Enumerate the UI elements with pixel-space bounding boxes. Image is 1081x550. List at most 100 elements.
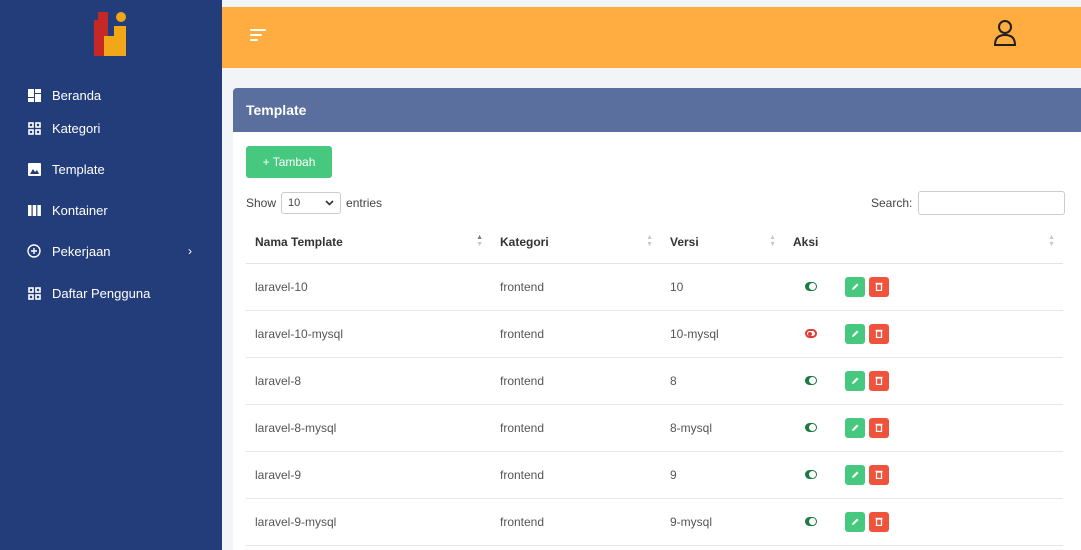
table-row: laravel-9-mysql frontend 9-mysql <box>246 498 1063 546</box>
sidebar-item-label: Daftar Pengguna <box>52 285 151 301</box>
status-toggle-icon[interactable] <box>805 517 817 526</box>
table-row: laravel-8 frontend 8 <box>246 357 1063 405</box>
cell-nama-template: laravel-10-mysql <box>246 310 491 358</box>
pencil-icon <box>851 377 858 384</box>
delete-button[interactable] <box>869 464 889 485</box>
card-title: Template <box>233 88 1081 132</box>
sidebar-item-kategori[interactable]: Kategori <box>0 110 222 146</box>
cell-nama-template: laravel-8-mysql <box>246 404 491 452</box>
cell-kategori: frontend <box>491 263 661 311</box>
cell-versi: 8 <box>661 357 784 405</box>
pencil-icon <box>851 518 858 525</box>
delete-button[interactable] <box>869 323 889 344</box>
cell-kategori: frontend <box>491 357 661 405</box>
pencil-icon <box>851 471 858 478</box>
cell-aksi <box>784 404 1063 452</box>
sidebar-item-label: Beranda <box>52 87 102 103</box>
cell-kategori: frontend <box>491 498 661 546</box>
trash-icon <box>875 329 883 338</box>
pencil-icon <box>851 330 858 337</box>
column-header-kategori[interactable]: Kategori ▲ ▼ <box>491 221 661 264</box>
sort-icon: ▲ ▼ <box>1048 234 1055 248</box>
edit-button[interactable] <box>845 464 865 485</box>
grid-icon <box>27 286 41 300</box>
cell-kategori: frontend <box>491 404 661 452</box>
edit-button[interactable] <box>845 276 865 297</box>
table-row: laravel-10 frontend 10 <box>246 263 1063 311</box>
user-icon[interactable] <box>992 19 1018 47</box>
sidebar-item-kontainer[interactable]: Kontainer <box>0 192 222 228</box>
status-toggle-icon[interactable] <box>805 423 817 432</box>
cell-aksi <box>784 310 1063 358</box>
table-row: laravel-10-mysql frontend 10-mysql <box>246 310 1063 358</box>
trash-icon <box>875 376 883 385</box>
cell-aksi <box>784 498 1063 546</box>
grid-icon <box>27 121 41 135</box>
cell-kategori: frontend <box>491 310 661 358</box>
edit-button[interactable] <box>845 370 865 391</box>
entries-value: 10 <box>288 197 301 209</box>
sidebar-item-pekerjaan[interactable]: Pekerjaan › <box>0 233 222 269</box>
chevron-right-icon: › <box>188 244 192 258</box>
show-label: Show <box>246 196 277 210</box>
table-row: laravel-9 frontend 9 <box>246 451 1063 499</box>
sidebar-item-label: Template <box>52 161 105 177</box>
sidebar-item-label: Kategori <box>52 120 101 136</box>
template-table: Nama Template ▲ ▼ Kategori ▲ ▼ Versi ▲ ▼ Ak… <box>246 221 1063 546</box>
trash-icon <box>875 423 883 432</box>
cell-nama-template: laravel-9 <box>246 451 491 499</box>
delete-button[interactable] <box>869 276 889 297</box>
cell-versi: 10 <box>661 263 784 311</box>
menu-toggle-icon[interactable] <box>250 29 266 43</box>
delete-button[interactable] <box>869 511 889 532</box>
image-icon <box>27 162 41 176</box>
topbar <box>222 7 1081 68</box>
sidebar-item-label: Kontainer <box>52 202 108 218</box>
status-toggle-icon[interactable] <box>805 470 817 479</box>
sort-icon: ▲ ▼ <box>646 234 653 248</box>
cell-versi: 10-mysql <box>661 310 784 358</box>
cell-kategori: frontend <box>491 451 661 499</box>
sidebar-item-daftar-pengguna[interactable]: Daftar Pengguna <box>0 275 222 311</box>
entries-select[interactable]: 10 <box>281 192 342 214</box>
edit-button[interactable] <box>845 511 865 532</box>
sidebar: Beranda Kategori Template Kontainer Peke… <box>0 0 222 550</box>
status-toggle-icon[interactable] <box>805 329 817 338</box>
column-header-aksi[interactable]: Aksi ▲ ▼ <box>784 221 1063 264</box>
sidebar-item-beranda[interactable]: Beranda <box>0 77 222 113</box>
dashboard-icon <box>27 88 41 102</box>
trash-icon <box>875 517 883 526</box>
column-header-versi[interactable]: Versi ▲ ▼ <box>661 221 784 264</box>
sort-icon: ▲ ▼ <box>476 234 483 248</box>
delete-button[interactable] <box>869 370 889 391</box>
cell-nama-template: laravel-8 <box>246 357 491 405</box>
cell-aksi <box>784 357 1063 405</box>
search-label: Search: <box>871 196 913 210</box>
trash-icon <box>875 470 883 479</box>
search-control: Search: <box>871 191 1066 215</box>
edit-button[interactable] <box>845 323 865 344</box>
chevron-down-icon <box>325 200 334 206</box>
entries-label: entries <box>346 196 383 210</box>
sidebar-item-label: Pekerjaan <box>52 243 111 259</box>
app-logo[interactable] <box>94 10 128 58</box>
edit-button[interactable] <box>845 417 865 438</box>
search-input[interactable] <box>918 191 1066 215</box>
pencil-icon <box>851 424 858 431</box>
cell-versi: 9-mysql <box>661 498 784 546</box>
sort-icon: ▲ ▼ <box>769 234 776 248</box>
entries-length-control: Show 10 entries <box>246 192 382 214</box>
add-template-button[interactable]: + Tambah <box>246 146 332 178</box>
delete-button[interactable] <box>869 417 889 438</box>
pencil-icon <box>851 283 858 290</box>
logo-area <box>0 0 222 68</box>
plus-circle-icon <box>27 244 41 258</box>
columns-icon <box>27 203 41 217</box>
cell-versi: 8-mysql <box>661 404 784 452</box>
status-toggle-icon[interactable] <box>805 282 817 291</box>
cell-versi: 9 <box>661 451 784 499</box>
template-card: Template + Tambah Show 10 entries Search… <box>233 88 1081 550</box>
status-toggle-icon[interactable] <box>805 376 817 385</box>
column-header-nama-template[interactable]: Nama Template ▲ ▼ <box>246 221 491 264</box>
sidebar-item-template[interactable]: Template <box>0 151 222 187</box>
